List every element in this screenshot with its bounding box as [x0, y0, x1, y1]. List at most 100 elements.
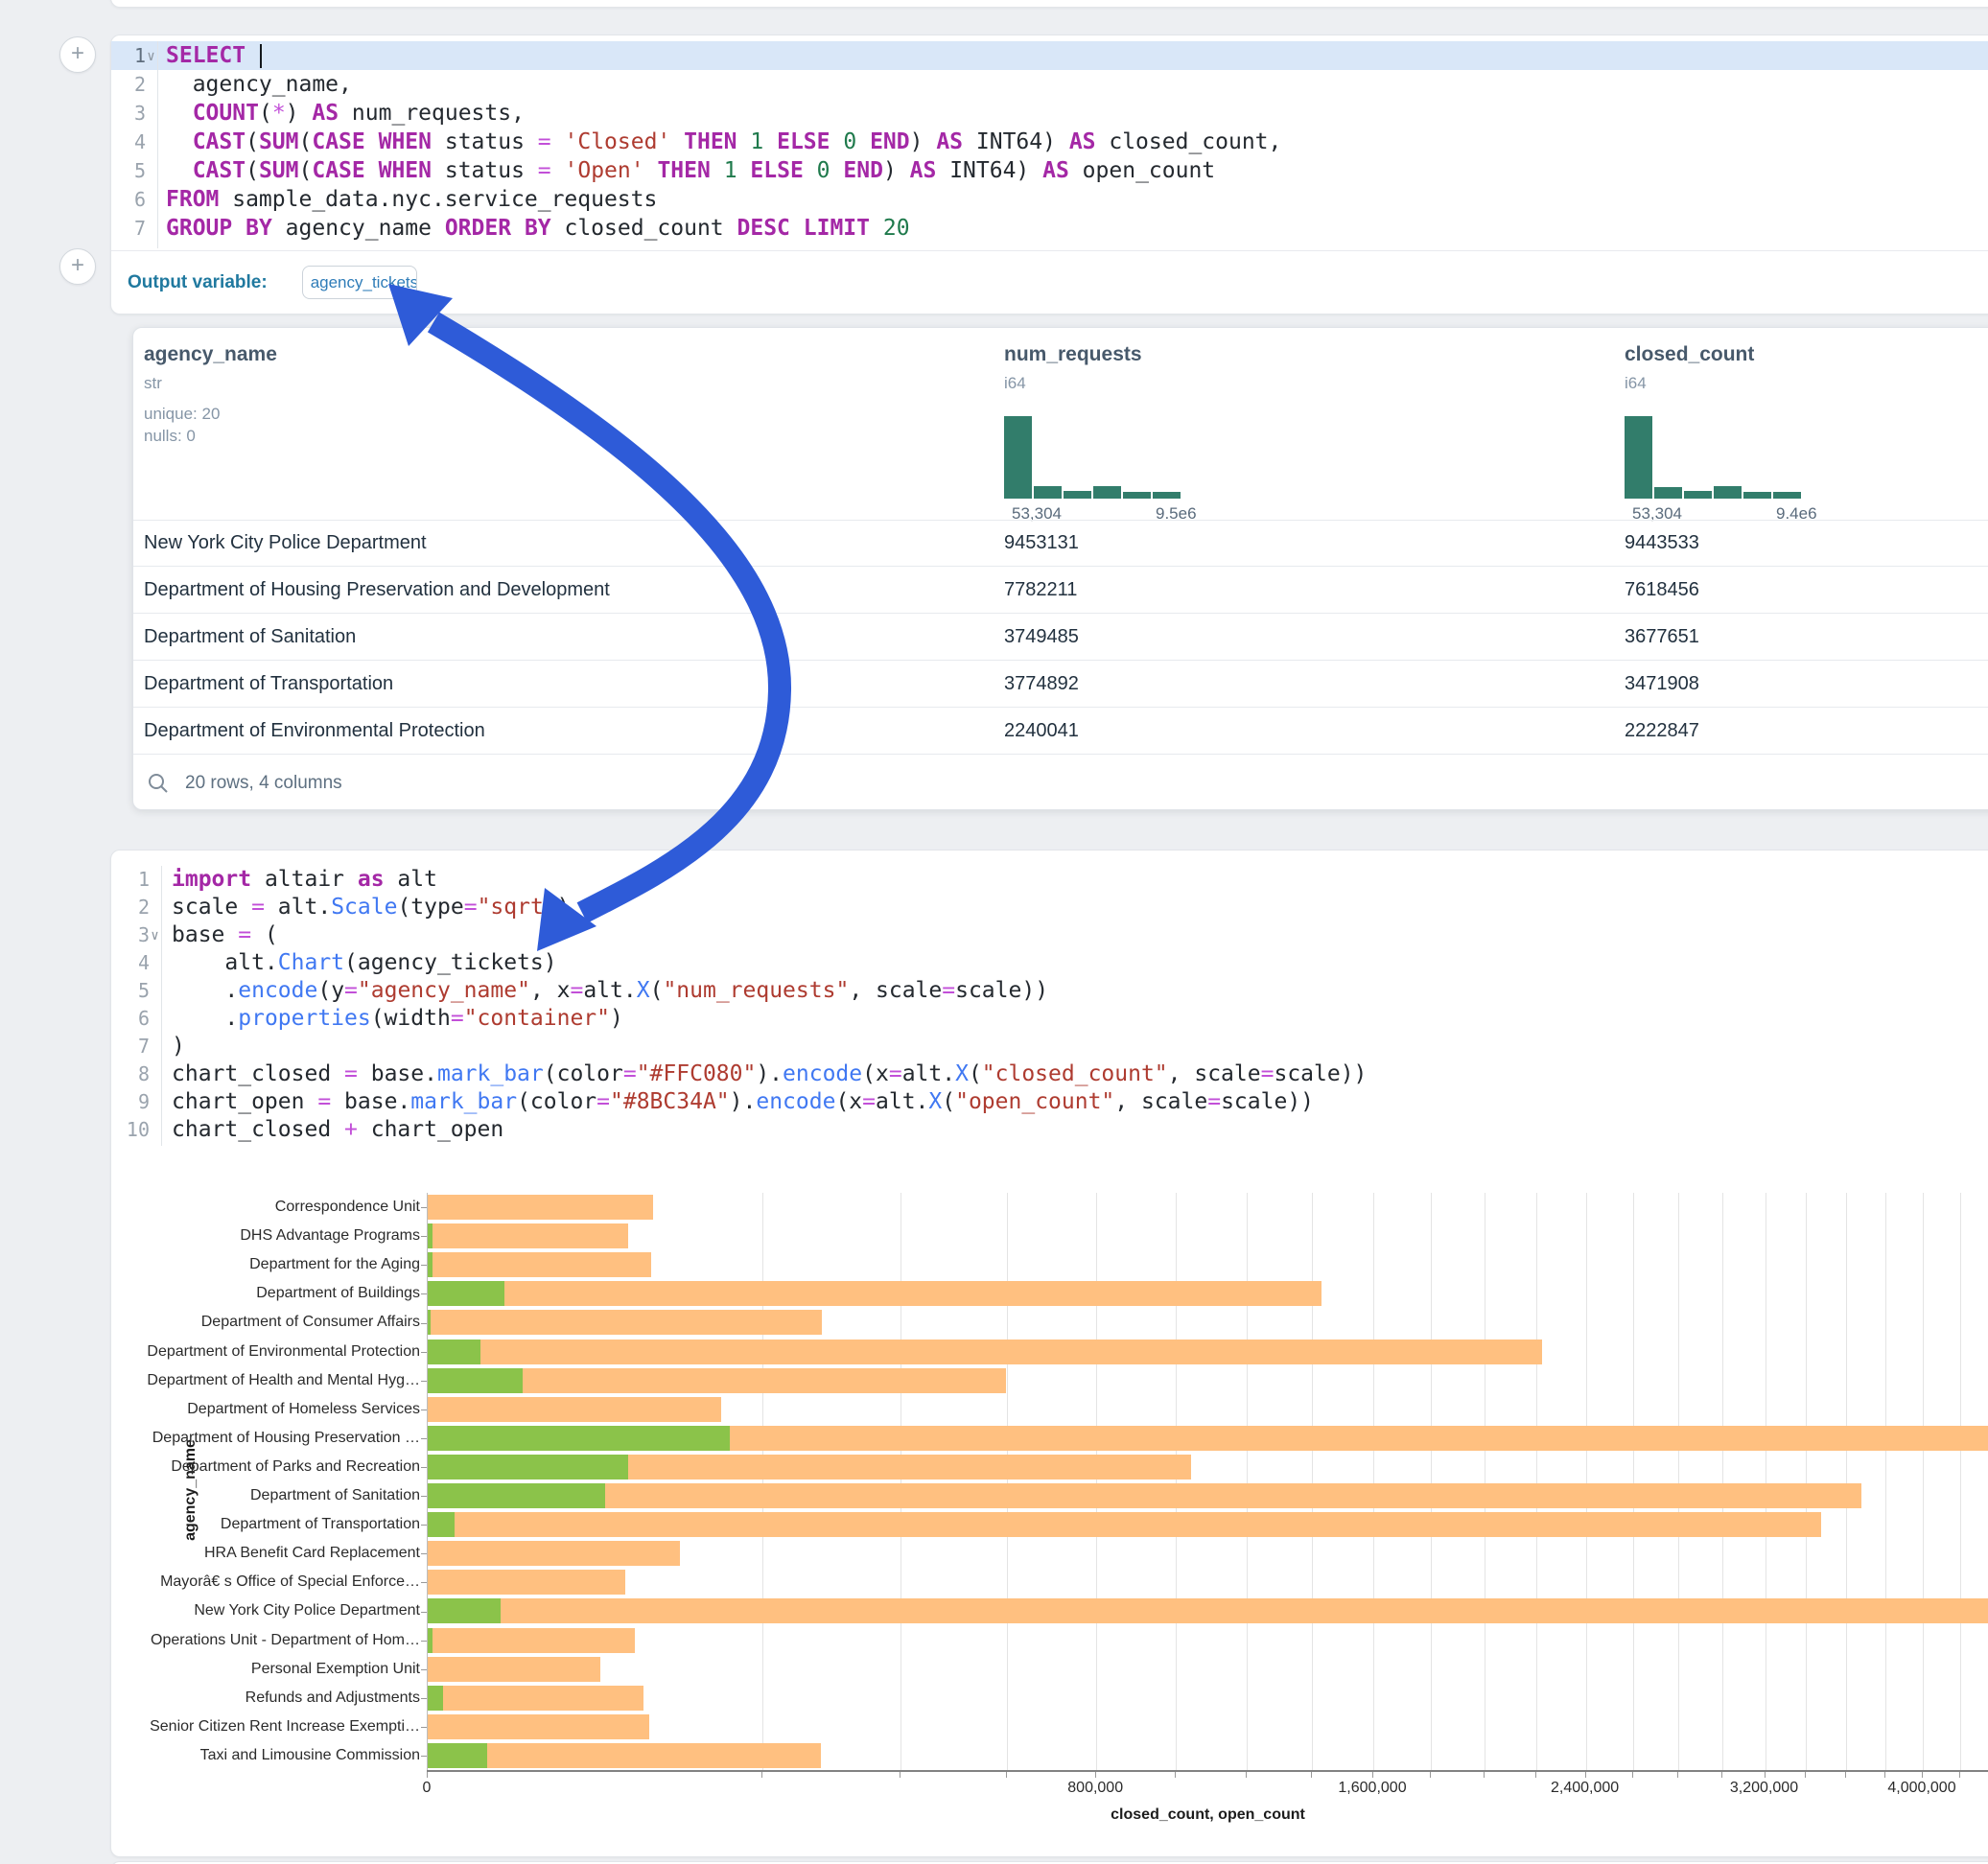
table-row[interactable]: Department of Housing Preservation and D… — [133, 567, 1988, 614]
x-axis-tick-label: 800,000 — [1067, 1780, 1123, 1797]
code-line[interactable]: 9chart_open = base.mark_bar(color="#8BC3… — [111, 1088, 1988, 1116]
gridline — [1923, 1193, 1924, 1770]
y-axis-label: Mayorâ€ s Office of Special Enforce… — [111, 1568, 420, 1596]
line-number: 8 — [111, 1060, 161, 1088]
x-axis-tick — [1677, 1772, 1678, 1778]
gridline — [1373, 1193, 1374, 1770]
column-histogram — [1004, 416, 1186, 499]
y-axis-label: Department for the Aging — [111, 1250, 420, 1279]
column-title[interactable]: num_requests — [1004, 343, 1142, 366]
x-axis-tick-label: 2,400,000 — [1551, 1780, 1619, 1797]
x-axis-tick-label: 3,200,000 — [1730, 1780, 1798, 1797]
histogram-bar — [1034, 486, 1062, 499]
code-line[interactable]: 7) — [111, 1033, 1988, 1060]
y-axis-label: Operations Unit - Department of Hom… — [111, 1626, 420, 1655]
code-line[interactable]: 6FROM sample_data.nyc.service_requests — [111, 185, 1988, 214]
code-line[interactable]: 7GROUP BY agency_name ORDER BY closed_co… — [111, 214, 1988, 243]
open-count-bar — [428, 1252, 433, 1277]
open-count-bar — [428, 1743, 487, 1768]
line-number: 4 — [111, 949, 161, 977]
output-variable-pill[interactable]: agency_tickets — [302, 266, 417, 299]
cell-closed-count: 9443533 — [1625, 520, 1699, 567]
y-axis-label: Refunds and Adjustments — [111, 1684, 420, 1713]
column-histogram — [1625, 416, 1807, 499]
search-icon[interactable] — [147, 772, 170, 795]
line-number: 5 — [111, 977, 161, 1005]
code-line[interactable]: 5 .encode(y="agency_name", x=alt.X("num_… — [111, 977, 1988, 1005]
histogram-bar — [1153, 492, 1181, 499]
code-line[interactable]: 1∨SELECT — [111, 41, 1988, 70]
column-meta: unique: 20 — [144, 405, 220, 424]
fold-chevron-icon[interactable]: ∨ — [145, 42, 157, 71]
result-table: agency_namestrunique: 20nulls: 0num_requ… — [132, 327, 1988, 810]
code-line[interactable]: 6 .properties(width="container") — [111, 1005, 1988, 1033]
line-number: 5 — [111, 156, 157, 185]
table-row[interactable]: Department of Environmental Protection22… — [133, 708, 1988, 755]
cell-agency-name: Department of Housing Preservation and D… — [144, 567, 610, 614]
table-row[interactable]: Department of Transportation377489234719… — [133, 661, 1988, 708]
x-axis-tick — [1959, 1772, 1960, 1778]
y-axis-label: Department of Transportation — [111, 1510, 420, 1539]
open-count-bar — [428, 1223, 433, 1248]
code-line[interactable]: 10chart_closed + chart_open — [111, 1116, 1988, 1144]
open-count-bar — [428, 1598, 501, 1623]
gridline — [1806, 1193, 1807, 1770]
line-number: 3 — [111, 99, 157, 128]
code-line[interactable]: 4 CAST(SUM(CASE WHEN status = 'Closed' T… — [111, 128, 1988, 156]
code-line[interactable]: 4 alt.Chart(agency_tickets) — [111, 949, 1988, 977]
cell-closed-count: 3677651 — [1625, 614, 1699, 661]
open-count-bar — [428, 1340, 480, 1364]
code-line[interactable]: 2scale = alt.Scale(type="sqrt") — [111, 894, 1988, 921]
gridline — [1536, 1193, 1537, 1770]
column-type: i64 — [1004, 374, 1026, 393]
closed-count-bar — [428, 1281, 1321, 1306]
cell-num-requests: 3774892 — [1004, 661, 1079, 708]
y-axis-label: Department of Parks and Recreation — [111, 1453, 420, 1481]
code-text: import altair as alt — [161, 866, 437, 894]
closed-count-bar — [428, 1397, 721, 1422]
code-text: chart_open = base.mark_bar(color="#8BC34… — [161, 1088, 1314, 1116]
code-line[interactable]: 2 agency_name, — [111, 70, 1988, 99]
cell-num-requests: 9453131 — [1004, 520, 1079, 567]
x-axis-tick — [1246, 1772, 1247, 1778]
column-type: str — [144, 374, 162, 393]
histogram-bar — [1773, 492, 1801, 499]
add-cell-button-top[interactable]: + — [59, 36, 96, 73]
x-axis-tick-label: 4,000,000 — [1887, 1780, 1955, 1797]
y-axis-label: Senior Citizen Rent Increase Exempti… — [111, 1713, 420, 1741]
code-line[interactable]: 8chart_closed = base.mark_bar(color="#FF… — [111, 1060, 1988, 1088]
gutter-divider — [161, 866, 162, 1146]
x-axis-tick — [1430, 1772, 1431, 1778]
line-number: 10 — [111, 1116, 161, 1144]
code-text: CAST(SUM(CASE WHEN status = 'Open' THEN … — [157, 156, 1215, 185]
column-title[interactable]: closed_count — [1625, 343, 1754, 366]
open-count-bar — [428, 1281, 504, 1306]
add-cell-button-output[interactable]: + — [59, 248, 96, 285]
code-line[interactable]: 1import altair as alt — [111, 866, 1988, 894]
python-editor[interactable]: 1import altair as alt2scale = alt.Scale(… — [111, 866, 1988, 1144]
y-axis-label: DHS Advantage Programs — [111, 1222, 420, 1250]
histogram-bar — [1093, 486, 1121, 499]
closed-count-bar — [428, 1686, 643, 1711]
code-line[interactable]: 5 CAST(SUM(CASE WHEN status = 'Open' THE… — [111, 156, 1988, 185]
open-count-bar — [428, 1686, 443, 1711]
line-number: 6 — [111, 185, 157, 214]
code-line[interactable]: 3∨base = ( — [111, 921, 1988, 949]
gridline — [1960, 1193, 1961, 1770]
x-axis-tick — [1095, 1772, 1096, 1778]
code-text: FROM sample_data.nyc.service_requests — [157, 185, 657, 214]
table-row[interactable]: Department of Sanitation37494853677651 — [133, 614, 1988, 661]
line-number: 2 — [111, 894, 161, 921]
histogram-bar — [1684, 491, 1712, 499]
code-text: .encode(y="agency_name", x=alt.X("num_re… — [161, 977, 1048, 1005]
output-variable-label: Output variable: — [128, 272, 268, 293]
fold-chevron-icon[interactable]: ∨ — [149, 922, 161, 950]
line-number: 7 — [111, 1033, 161, 1060]
code-line[interactable]: 3 COUNT(*) AS num_requests, — [111, 99, 1988, 128]
gridline — [1007, 1193, 1008, 1770]
column-title[interactable]: agency_name — [144, 343, 277, 366]
table-row[interactable]: New York City Police Department945313194… — [133, 520, 1988, 567]
sql-editor[interactable]: 1∨SELECT 2 agency_name,3 COUNT(*) AS num… — [111, 41, 1988, 243]
gridline — [900, 1193, 901, 1770]
plot-area — [427, 1193, 1988, 1770]
